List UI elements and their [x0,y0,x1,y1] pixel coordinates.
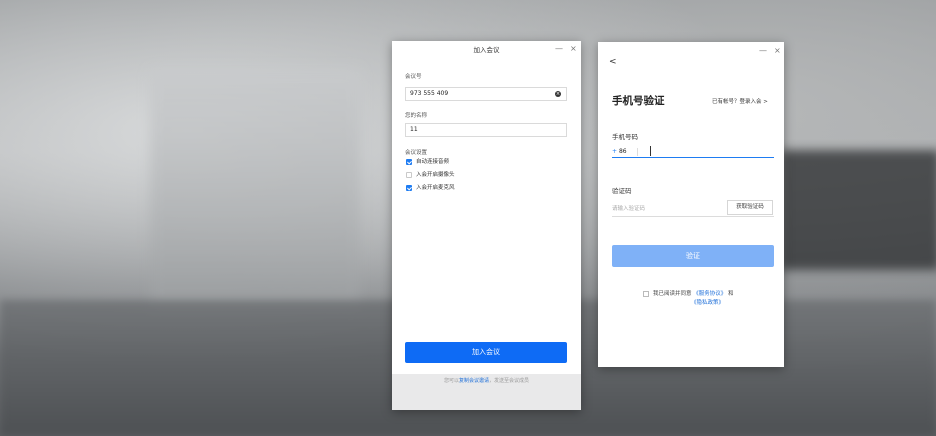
copy-invite-link[interactable]: 复制会议邀请 [459,378,489,384]
option-label: 自动连接音频 [416,159,450,165]
meeting-id-label: 会议号 [405,74,422,80]
close-button[interactable]: × [570,44,577,54]
close-button[interactable]: × [774,46,781,56]
meeting-id-value: 973 555 409 [410,90,449,97]
agree-label: 我已阅读并同意 [653,291,692,297]
page-title: 手机号验证 [612,95,665,107]
service-agreement-link[interactable]: 《服务协议》 [693,291,726,297]
country-code: 86 [618,148,627,155]
name-input[interactable]: 11 [405,123,567,137]
checkbox-checked-icon[interactable] [406,184,412,191]
phone-input[interactable] [650,146,651,156]
code-input-underline [612,216,774,217]
option-auto-audio[interactable]: 自动连接音频 [406,158,449,166]
background-laptop [780,150,936,270]
footer-prefix: 您可以 [443,378,459,384]
option-label: 入会开启麦克风 [416,185,455,191]
clear-icon[interactable]: × [555,91,561,97]
plus-sign: + [612,148,618,155]
invite-footer: 您可以复制会议邀请，发送至会议成员 [392,374,581,410]
option-label: 入会开启摄像头 [416,172,455,178]
phone-label: 手机号码 [612,133,638,141]
settings-label: 会议设置 [405,150,428,156]
option-camera[interactable]: 入会开启摄像头 [406,171,455,179]
get-code-button[interactable]: 获取验证码 [727,200,773,215]
name-value: 11 [410,126,418,133]
agreement-text: 我已阅读并同意 《服务协议》 和 《隐私政策》 [644,290,734,308]
minimize-button[interactable]: — [555,44,563,54]
option-microphone[interactable]: 入会开启麦克风 [406,184,455,192]
minimize-button[interactable]: — [759,46,767,56]
window-title: 加入会议 [473,46,500,54]
meeting-id-input[interactable]: 973 555 409 × [405,87,567,101]
checkbox-checked-icon[interactable] [406,158,412,165]
name-label: 您的名称 [405,113,428,119]
country-code-select[interactable]: + 86 [612,148,627,155]
and-label: 和 [728,291,734,297]
login-link[interactable]: 已有帐号？登录入会 > [712,97,768,105]
code-input[interactable]: 请输入验证码 [612,204,645,212]
divider [637,148,638,156]
background-house [150,70,360,310]
phone-input-underline [612,157,774,158]
back-icon[interactable]: < [609,57,617,67]
privacy-policy-link[interactable]: 《隐私政策》 [691,300,724,306]
code-label: 验证码 [612,187,632,195]
join-meeting-button[interactable]: 加入会议 [405,342,567,363]
footer-suffix: ，发送至会议成员 [489,378,530,384]
checkbox-unchecked-icon[interactable] [406,171,412,178]
verify-button[interactable]: 验证 [612,245,774,267]
